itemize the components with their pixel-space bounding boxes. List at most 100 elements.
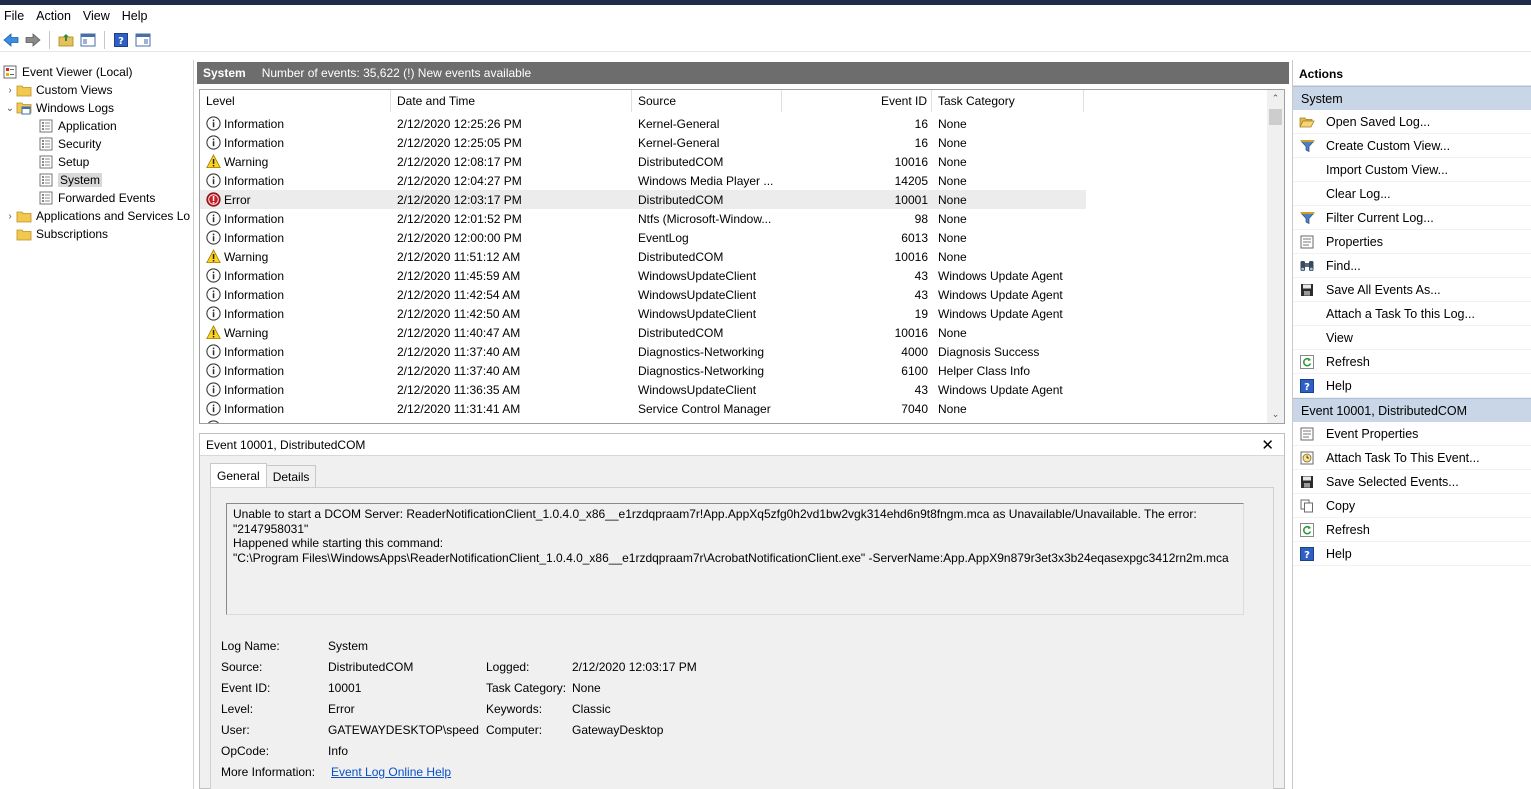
column-header-task-category[interactable]: Task Category [932, 90, 1084, 112]
tree-item-setup[interactable]: Setup [38, 153, 89, 171]
action-refresh[interactable]: Refresh [1293, 350, 1531, 374]
event-row[interactable]: Information 2/12/2020 11:37:40 AM Diagnost… [200, 342, 1086, 361]
event-message-box[interactable]: Unable to start a DCOM Server: ReaderNot… [226, 503, 1244, 615]
action-label: View [1326, 330, 1353, 345]
action-help[interactable]: ? Help [1293, 542, 1531, 566]
event-row[interactable]: Warning 2/12/2020 11:40:47 AM DistributedC… [200, 323, 1086, 342]
column-header-source[interactable]: Source [632, 90, 782, 112]
event-row[interactable]: Information 2/12/2020 11:36:35 AM WindowsU… [200, 380, 1086, 399]
tab-general[interactable]: General [210, 463, 267, 487]
windows-logs-folder-icon [16, 100, 32, 116]
expand-chevron-icon[interactable]: › [4, 211, 16, 222]
tree-item-custom-views[interactable]: › Custom Views [4, 81, 112, 99]
event-date-cell: 2/12/2020 12:08:17 PM [397, 154, 522, 169]
tree-item-security[interactable]: Security [38, 135, 101, 153]
help-button[interactable]: ? [110, 29, 132, 51]
action-import-custom-view[interactable]: Import Custom View... [1293, 158, 1531, 182]
event-row[interactable]: Information 2/12/2020 12:01:52 PM Ntfs (Mi… [200, 209, 1086, 228]
event-level-cell: Information [200, 382, 391, 397]
event-row[interactable]: Information 2/12/2020 12:04:27 PM Windows … [200, 171, 1086, 190]
scroll-down-icon[interactable]: ⌄ [1267, 406, 1284, 423]
label-level: Level: [221, 702, 254, 716]
action-view[interactable]: View [1293, 326, 1531, 350]
event-level-cell: Information [200, 363, 391, 378]
actions-title: Actions [1293, 62, 1531, 86]
tree-item-application[interactable]: Application [38, 117, 117, 135]
event-row[interactable]: Information 2/12/2020 11:42:50 AM WindowsU… [200, 304, 1086, 323]
event-row[interactable]: Error 2/12/2020 12:03:17 PM DistributedCOM… [200, 190, 1086, 209]
scroll-up-icon[interactable]: ⌃ [1267, 90, 1284, 107]
event-row[interactable]: Information 2/12/2020 11:37:40 AM Diagnost… [200, 361, 1086, 380]
event-row[interactable]: Information 2/12/2020 11:42:54 AM WindowsU… [200, 285, 1086, 304]
value-task-category: None [572, 681, 601, 695]
tree-item-windows-logs[interactable]: ⌄ Windows Logs [4, 99, 114, 117]
column-header-event-id[interactable]: Event ID [782, 90, 932, 112]
action-properties[interactable]: Properties [1293, 230, 1531, 254]
tab-details[interactable]: Details [265, 465, 317, 487]
actions-section-system[interactable]: System [1293, 86, 1531, 110]
column-header-level[interactable]: Level [200, 90, 391, 112]
action-label: Copy [1326, 498, 1356, 513]
action-save-selected-events[interactable]: Save Selected Events... [1293, 470, 1531, 494]
event-row[interactable]: Warning 2/12/2020 11:51:12 AM DistributedC… [200, 247, 1086, 266]
show-hide-action-pane-button[interactable] [132, 29, 154, 51]
action-filter-current-log[interactable]: Filter Current Log... [1293, 206, 1531, 230]
event-row[interactable]: Warning 2/12/2020 12:08:17 PM DistributedC… [200, 152, 1086, 171]
actions-section-event[interactable]: Event 10001, DistributedCOM [1293, 398, 1531, 422]
action-find[interactable]: Find... [1293, 254, 1531, 278]
event-row[interactable]: Information 2/12/2020 12:00:00 PM EventLog… [200, 228, 1086, 247]
menu-view[interactable]: View [77, 9, 116, 23]
tree-item-applications-and-services[interactable]: › Applications and Services Lo [4, 207, 190, 225]
toolbar: ? [0, 28, 1531, 52]
event-level-cell: Information [200, 230, 391, 245]
information-icon [206, 420, 221, 423]
show-hide-tree-button[interactable] [77, 29, 99, 51]
action-help[interactable]: ? Help [1293, 374, 1531, 398]
action-attach-a-task-to-this-log[interactable]: Attach a Task To this Log... [1293, 302, 1531, 326]
back-button[interactable] [0, 29, 22, 51]
tree-item-forwarded-events[interactable]: Forwarded Events [38, 189, 155, 207]
action-clear-log[interactable]: Clear Log... [1293, 182, 1531, 206]
actions-pane: Actions System Open Saved Log... Create C… [1292, 60, 1531, 789]
event-level-text: Information [224, 363, 285, 378]
expand-chevron-icon[interactable]: › [4, 85, 16, 96]
action-save-all-events-as[interactable]: Save All Events As... [1293, 278, 1531, 302]
action-open-saved-log[interactable]: Open Saved Log... [1293, 110, 1531, 134]
menu-file[interactable]: File [0, 9, 30, 23]
event-list-scrollbar[interactable]: ⌃ ⌄ [1267, 90, 1284, 423]
forward-button[interactable] [22, 29, 44, 51]
action-create-custom-view[interactable]: Create Custom View... [1293, 134, 1531, 158]
event-id-cell: 43 [914, 382, 928, 397]
column-header-date-time[interactable]: Date and Time [391, 90, 632, 112]
event-task-category-cell: Windows Update Agent [938, 268, 1063, 283]
menu-action[interactable]: Action [30, 9, 77, 23]
refresh-icon [1299, 354, 1315, 370]
action-refresh[interactable]: Refresh [1293, 518, 1531, 542]
event-row[interactable]: Information 2/12/2020 12:25:05 PM Kernel-G… [200, 133, 1086, 152]
event-viewer-icon [2, 64, 18, 80]
menu-help[interactable]: Help [116, 9, 154, 23]
event-source-cell: Service Control Manager [638, 401, 771, 416]
event-row[interactable]: Information 2/12/2020 11:45:59 AM WindowsU… [200, 266, 1086, 285]
event-row[interactable]: Information 2/12/2020 11:31:41 AM Service … [200, 399, 1086, 418]
blank-icon [1299, 306, 1315, 322]
action-label: Attach a Task To this Log... [1326, 306, 1475, 321]
event-task-category-cell: None [938, 401, 967, 416]
action-attach-task-to-this-event[interactable]: Attach Task To This Event... [1293, 446, 1531, 470]
event-date-cell: 2/12/2020 12:00:00 PM [397, 230, 522, 245]
up-level-button[interactable] [55, 29, 77, 51]
collapse-chevron-icon[interactable]: ⌄ [4, 103, 16, 114]
tree-item-subscriptions[interactable]: Subscriptions [16, 225, 108, 243]
actions-list-system: Open Saved Log... Create Custom View... Im… [1293, 110, 1531, 398]
event-row[interactable]: Information 2/12/2020 12:25:26 PM Kernel-G… [200, 114, 1086, 133]
action-event-properties[interactable]: Event Properties [1293, 422, 1531, 446]
close-icon[interactable]: ✕ [1261, 436, 1274, 454]
tree-item-system[interactable]: System [38, 171, 103, 189]
event-source-cell: Kernel-General [638, 116, 720, 131]
log-icon [38, 172, 54, 188]
event-row[interactable]: Information 2/12/2020 10:58:43 AMService … [200, 418, 1086, 423]
action-copy[interactable]: Copy [1293, 494, 1531, 518]
scrollbar-thumb[interactable] [1269, 109, 1282, 125]
tree-item-event-viewer-local[interactable]: Event Viewer (Local) [2, 63, 133, 81]
event-log-online-help-link[interactable]: Event Log Online Help [331, 765, 451, 779]
